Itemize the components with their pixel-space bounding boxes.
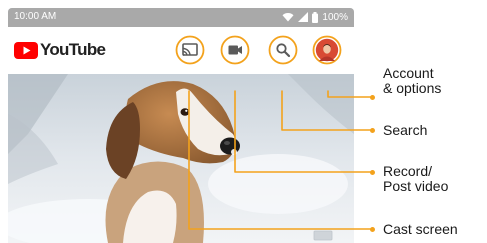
callout-label-account-line2: & options xyxy=(383,80,442,96)
annotated-screenshot: 10:00 AM 100% YouTube Account & options … xyxy=(0,0,487,243)
callout-label-cast: Cast screen xyxy=(383,221,458,237)
callout-label-record: Record/ Post video xyxy=(383,164,448,194)
callout-dot-record xyxy=(370,170,375,175)
callout-label-account: Account & options xyxy=(383,66,441,96)
callout-label-account-line1: Account xyxy=(383,65,434,81)
callout-dot-search xyxy=(370,128,375,133)
callout-dot-cast xyxy=(370,227,375,232)
callout-dot-account xyxy=(370,95,375,100)
callout-label-record-line2: Post video xyxy=(383,178,449,194)
callout-label-record-line1: Record/ xyxy=(383,163,433,179)
callout-label-search: Search xyxy=(383,122,428,138)
